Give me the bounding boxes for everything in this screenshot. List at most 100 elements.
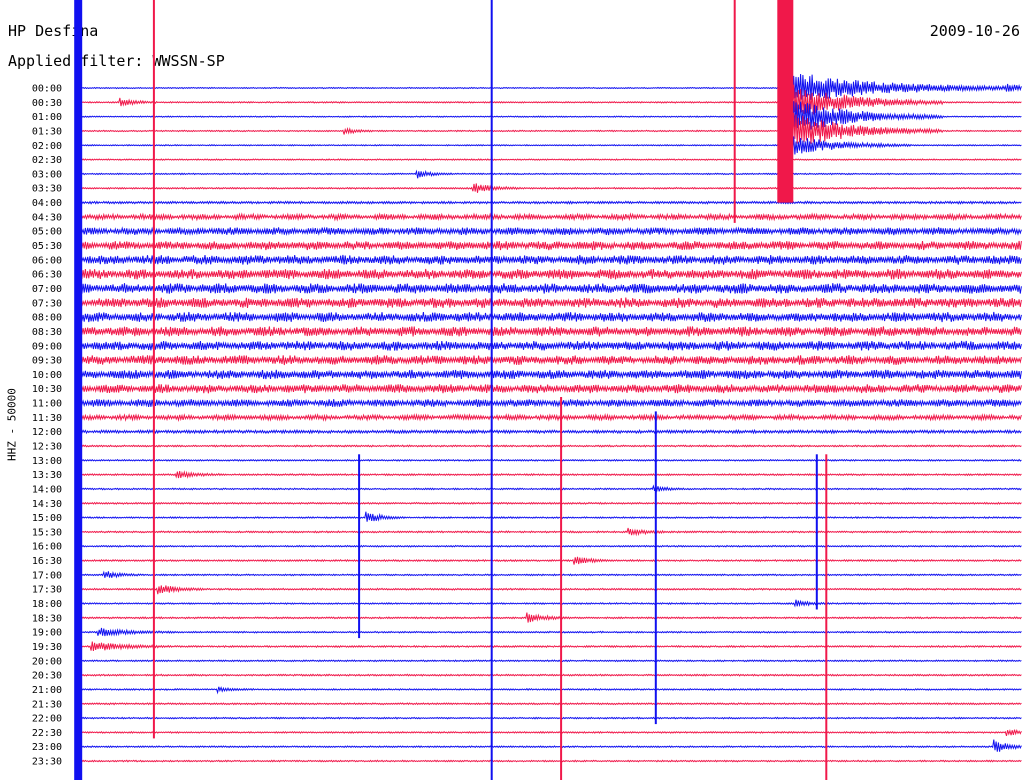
trace-1530 <box>74 527 1022 537</box>
trace-1330 <box>74 470 1022 479</box>
time-tick-label: 13:30 <box>32 470 62 481</box>
time-tick-label: 21:30 <box>32 699 62 710</box>
time-tick-label: 20:00 <box>32 656 62 667</box>
time-tick-label: 01:30 <box>32 126 62 137</box>
trace-0200 <box>74 135 1022 157</box>
trace-1800 <box>74 599 1022 608</box>
trace-2200 <box>74 716 1022 720</box>
trace-2100 <box>74 686 1022 695</box>
time-tick-label: 11:30 <box>32 413 62 424</box>
time-tick-label: 11:00 <box>32 399 62 410</box>
time-tick-label: 10:30 <box>32 384 62 395</box>
trace-0930 <box>74 355 1022 366</box>
trace-0430 <box>74 212 1022 222</box>
trace-0830 <box>74 326 1022 337</box>
trace-0600 <box>74 254 1022 265</box>
saturated-event-block <box>777 0 794 203</box>
time-tick-label: 07:00 <box>32 284 62 295</box>
trace-2300 <box>74 739 1022 752</box>
trace-1300 <box>74 458 1022 462</box>
trace-1930 <box>74 641 1022 651</box>
trace-1130 <box>74 412 1022 422</box>
trace-0300 <box>74 169 1022 179</box>
time-tick-label: 18:30 <box>32 613 62 624</box>
trace-0330 <box>74 183 1022 193</box>
spike-line <box>825 454 828 780</box>
time-tick-label: 04:00 <box>32 198 62 209</box>
time-tick-label: 17:00 <box>32 570 62 581</box>
trace-0630 <box>74 268 1022 280</box>
time-tick-label: 16:00 <box>32 542 62 553</box>
time-tick-label: 19:30 <box>32 642 62 653</box>
time-tick-label: 19:00 <box>32 628 62 639</box>
time-tick-label: 12:30 <box>32 442 62 453</box>
spike-line <box>152 0 155 739</box>
trace-1200 <box>74 428 1022 435</box>
trace-0530 <box>74 240 1022 251</box>
trace-0400 <box>74 200 1022 205</box>
trace-1900 <box>74 627 1022 637</box>
trace-2000 <box>74 659 1022 663</box>
time-tick-label: 01:00 <box>32 112 62 123</box>
time-tick-label: 14:00 <box>32 484 62 495</box>
trace-0230 <box>74 158 1022 161</box>
traces-group <box>74 73 1022 763</box>
trace-1430 <box>74 501 1022 505</box>
time-ticks-group: 00:00 00:30 01:00 01:30 02:00 02:30 03:00 03:30… <box>32 84 62 768</box>
time-tick-label: 15:30 <box>32 527 62 538</box>
time-tick-label: 23:30 <box>32 757 62 768</box>
time-tick-label: 14:30 <box>32 499 62 510</box>
trace-0700 <box>74 283 1022 294</box>
time-tick-label: 06:30 <box>32 270 62 281</box>
trace-1700 <box>74 570 1022 579</box>
spike-line <box>815 454 818 610</box>
trace-2230 <box>74 728 1022 737</box>
trace-1000 <box>74 369 1022 380</box>
time-tick-label: 03:00 <box>32 169 62 180</box>
time-tick-label: 09:00 <box>32 341 62 352</box>
time-tick-label: 16:30 <box>32 556 62 567</box>
time-tick-label: 09:30 <box>32 356 62 367</box>
time-tick-label: 04:30 <box>32 212 62 223</box>
time-tick-label: 15:00 <box>32 513 62 524</box>
time-tick-label: 08:00 <box>32 313 62 324</box>
trace-0900 <box>74 340 1022 351</box>
spike-line <box>733 0 736 223</box>
time-tick-label: 08:30 <box>32 327 62 338</box>
trace-1100 <box>74 398 1022 408</box>
time-tick-label: 02:00 <box>32 141 62 152</box>
time-tick-label: 00:00 <box>32 84 62 95</box>
time-tick-label: 06:00 <box>32 255 62 266</box>
spike-line <box>560 397 563 780</box>
time-tick-label: 05:00 <box>32 227 62 238</box>
time-tick-label: 12:00 <box>32 427 62 438</box>
time-tick-label: 07:30 <box>32 298 62 309</box>
trace-0730 <box>74 297 1022 308</box>
trace-1600 <box>74 544 1022 548</box>
time-tick-label: 18:00 <box>32 599 62 610</box>
spike-line <box>654 411 657 725</box>
time-tick-label: 17:30 <box>32 585 62 596</box>
trace-2130 <box>74 702 1022 706</box>
time-tick-label: 02:30 <box>32 155 62 166</box>
time-tick-label: 05:30 <box>32 241 62 252</box>
time-tick-label: 03:30 <box>32 184 62 195</box>
trace-2030 <box>74 673 1022 677</box>
seismogram-plot: 00:00 00:30 01:00 01:30 02:00 02:30 03:00 03:30… <box>32 0 1022 780</box>
trace-2330 <box>74 759 1022 763</box>
trace-1500 <box>74 511 1022 522</box>
time-tick-label: 13:00 <box>32 456 62 467</box>
trace-1400 <box>74 484 1022 493</box>
time-tick-label: 21:00 <box>32 685 62 696</box>
trace-0500 <box>74 226 1022 236</box>
time-tick-label: 22:00 <box>32 714 62 725</box>
time-tick-label: 10:00 <box>32 370 62 381</box>
trace-1830 <box>74 612 1022 623</box>
trace-0800 <box>74 311 1022 323</box>
spike-line <box>358 454 361 639</box>
trace-1730 <box>74 585 1022 595</box>
time-tick-label: 20:30 <box>32 671 62 682</box>
trace-1630 <box>74 556 1022 565</box>
trace-1030 <box>74 383 1022 394</box>
time-tick-label: 23:00 <box>32 742 62 753</box>
